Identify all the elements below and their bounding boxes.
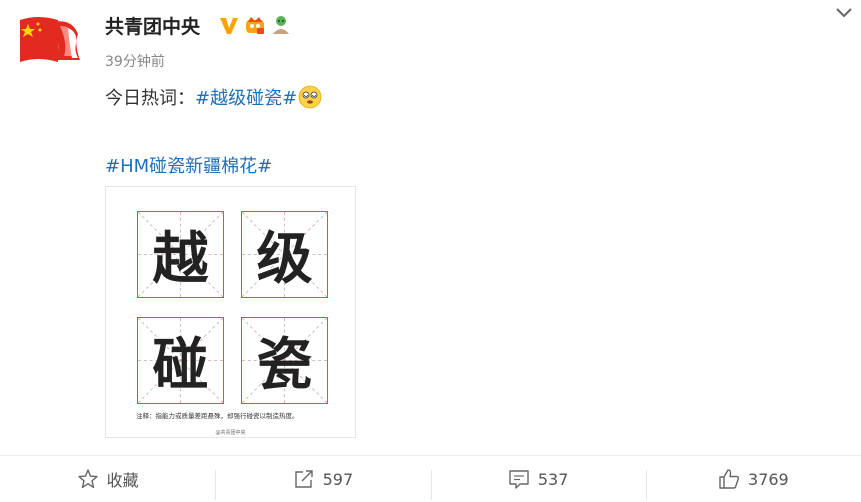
post-text-line-2: #HM碰瓷新疆棉花# bbox=[105, 152, 272, 178]
image-credit: @共青团中央 bbox=[215, 430, 246, 436]
like-button[interactable]: 3769 bbox=[645, 456, 861, 502]
favorite-button[interactable]: 收藏 bbox=[0, 456, 215, 502]
badges bbox=[218, 14, 292, 36]
comment-button[interactable]: 537 bbox=[430, 456, 646, 502]
comment-icon bbox=[509, 470, 529, 489]
char-text: 越 bbox=[152, 227, 209, 292]
verified-icon bbox=[220, 18, 238, 34]
image-note: 注释：指能力或质量差距悬殊，却强行碰瓷以制造热度。 bbox=[136, 412, 299, 420]
share-icon bbox=[294, 470, 313, 488]
hashtag-link-hm[interactable]: #HM碰瓷新疆棉花# bbox=[105, 156, 272, 177]
char-cell: 级 bbox=[241, 211, 328, 298]
char-text: 碰 bbox=[152, 333, 209, 398]
chevron-down-icon[interactable] bbox=[834, 6, 854, 20]
post-time[interactable]: 39分钟前 bbox=[105, 51, 165, 71]
avatar[interactable] bbox=[18, 14, 86, 66]
dizzy-face-emoji-icon bbox=[298, 85, 322, 109]
action-bar: 收藏 597 537 3769 bbox=[0, 455, 861, 502]
post-text-line-1: 今日热词： #越级碰瓷# bbox=[105, 84, 322, 110]
favorite-label: 收藏 bbox=[106, 471, 139, 490]
green-figure-badge-icon bbox=[273, 16, 289, 34]
char-cell: 碰 bbox=[137, 317, 224, 404]
author-name[interactable]: 共青团中央 bbox=[105, 12, 200, 39]
char-cell: 瓷 bbox=[241, 317, 328, 404]
post-text-prefix: 今日热词： bbox=[105, 88, 195, 109]
repost-button[interactable]: 597 bbox=[215, 456, 430, 502]
like-count: 3769 bbox=[748, 469, 789, 489]
char-text: 级 bbox=[256, 227, 313, 292]
crown-badge-icon bbox=[246, 17, 264, 34]
star-icon bbox=[77, 469, 98, 489]
char-cell: 越 bbox=[137, 211, 224, 298]
post-image[interactable]: 越 级 碰 瓷 注释：指能力或质量差距悬殊，却强行碰瓷以制造热度。 @共青团中央 bbox=[105, 186, 356, 438]
repost-count: 597 bbox=[322, 469, 354, 489]
char-text: 瓷 bbox=[256, 333, 313, 398]
hashtag-link[interactable]: #越级碰瓷# bbox=[195, 84, 297, 110]
comment-count: 537 bbox=[537, 469, 569, 489]
thumbs-up-icon bbox=[719, 469, 740, 489]
